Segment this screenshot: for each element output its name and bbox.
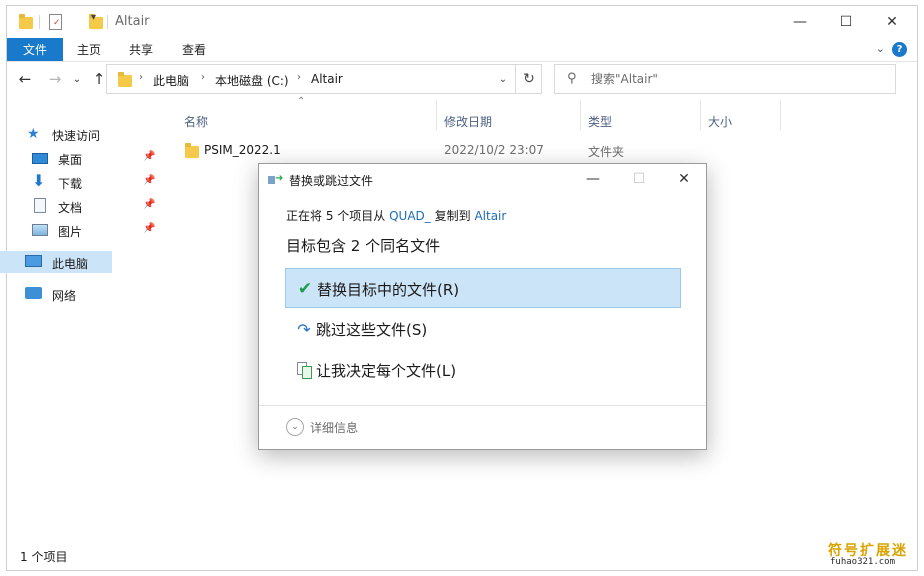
nav-label: 文档 xyxy=(58,201,83,215)
search-box[interactable]: ⚲ xyxy=(554,64,896,94)
column-date[interactable]: 修改日期 xyxy=(444,113,492,143)
breadcrumb-this-pc[interactable]: 此电脑 xyxy=(153,72,189,89)
copy-description: 正在将 5 个项目从 QUAD_ 复制到 Altair xyxy=(286,207,506,224)
recent-locations-button[interactable]: ⌄ xyxy=(66,68,88,90)
divider xyxy=(259,405,706,406)
dialog-title: 替换或跳过文件 xyxy=(289,174,374,188)
window-title: Altair xyxy=(115,14,150,29)
folder-icon xyxy=(185,143,199,158)
option-label: 让我决定每个文件(L) xyxy=(316,362,457,380)
ribbon-tabs: 文件 主页 共享 查看 ⌄ ? xyxy=(7,38,917,62)
dialog-maximize-button: ☐ xyxy=(632,171,646,187)
compare-icon xyxy=(295,361,313,379)
tab-home[interactable]: 主页 xyxy=(77,38,101,61)
tab-view[interactable]: 查看 xyxy=(182,38,206,61)
folder-icon xyxy=(118,72,132,87)
ribbon-expand-icon[interactable]: ⌄ xyxy=(876,42,885,55)
copy-mid-text: 复制到 xyxy=(434,209,471,223)
tab-file[interactable]: 文件 xyxy=(7,38,63,61)
star-icon: ★ xyxy=(27,126,40,142)
back-button[interactable]: ← xyxy=(14,68,36,90)
column-divider[interactable] xyxy=(580,100,581,130)
copy-prefix-text: 正在将 5 个项目从 xyxy=(286,209,386,223)
search-input[interactable] xyxy=(591,70,881,88)
dialog-minimize-button[interactable]: — xyxy=(570,164,616,194)
nav-this-pc[interactable]: 此电脑 xyxy=(0,251,112,273)
column-divider[interactable] xyxy=(700,100,701,130)
search-icon: ⚲ xyxy=(567,71,577,86)
status-item-count: 1 个项目 xyxy=(20,550,68,564)
file-date: 2022/10/2 23:07 xyxy=(444,143,544,157)
minimize-button[interactable]: — xyxy=(777,6,823,38)
nav-label: 图片 xyxy=(58,225,83,239)
chevron-right-icon[interactable]: › xyxy=(201,72,205,83)
column-divider[interactable] xyxy=(436,100,437,130)
nav-label: 快速访问 xyxy=(52,129,101,143)
navigation-pane: ★ 快速访问 桌面 📌 ⬇ 下载 📌 文档 📌 图片 📌 此电脑 网络 xyxy=(0,100,158,540)
properties-icon[interactable]: ✓ xyxy=(49,14,62,30)
folder-icon xyxy=(19,14,33,29)
customize-quick-access-icon[interactable]: ▾ xyxy=(91,12,96,28)
document-icon xyxy=(34,198,46,213)
maximize-button[interactable]: ☐ xyxy=(823,6,869,38)
nav-network[interactable]: 网络 xyxy=(0,283,158,305)
forward-button[interactable]: → xyxy=(44,68,66,90)
decide-each-file-option[interactable]: 让我决定每个文件(L) xyxy=(285,350,681,390)
copy-transfer-icon: ➜ xyxy=(268,173,284,187)
column-divider[interactable] xyxy=(780,100,781,130)
nav-label: 下载 xyxy=(58,177,83,191)
divider xyxy=(39,15,40,29)
nav-quick-access[interactable]: ★ 快速访问 xyxy=(0,123,158,145)
close-button[interactable]: ✕ xyxy=(869,6,915,38)
nav-desktop[interactable]: 桌面 📌 xyxy=(0,147,158,169)
nav-pictures[interactable]: 图片 📌 xyxy=(0,219,158,241)
dialog-close-button[interactable]: ✕ xyxy=(661,164,707,194)
address-dropdown-icon[interactable]: ⌄ xyxy=(491,65,515,93)
check-icon: ✔ xyxy=(297,279,313,299)
source-folder-link[interactable]: QUAD_ xyxy=(389,209,431,223)
nav-downloads[interactable]: ⬇ 下载 📌 xyxy=(0,171,158,193)
chevron-right-icon[interactable]: › xyxy=(139,72,143,83)
pin-icon[interactable]: 📌 xyxy=(143,151,155,162)
column-name[interactable]: 名称 xyxy=(184,113,208,143)
skip-files-option[interactable]: ↷ 跳过这些文件(S) xyxy=(285,309,681,349)
network-icon xyxy=(25,287,42,299)
divider xyxy=(107,15,108,29)
conflict-message: 目标包含 2 个同名文件 xyxy=(286,237,441,255)
desktop-icon xyxy=(32,153,48,164)
option-label: 跳过这些文件(S) xyxy=(316,321,428,339)
refresh-icon[interactable]: ↻ xyxy=(515,65,542,93)
title-bar: ✓ ▾ Altair — ☐ ✕ xyxy=(7,6,917,38)
download-icon: ⬇ xyxy=(32,171,46,190)
chevron-down-icon: ⌄ xyxy=(286,418,304,436)
nav-label: 此电脑 xyxy=(52,257,89,271)
breadcrumb-local-disk[interactable]: 本地磁盘 (C:) xyxy=(215,72,289,89)
address-bar[interactable]: › 此电脑 › 本地磁盘 (C:) › Altair ⌄ ↻ xyxy=(106,64,542,94)
sort-ascending-icon: ⌃ xyxy=(297,96,306,107)
skip-icon: ↷ xyxy=(297,319,311,339)
chevron-right-icon[interactable]: › xyxy=(297,72,301,83)
pin-icon[interactable]: 📌 xyxy=(143,175,155,186)
breadcrumb-altair[interactable]: Altair xyxy=(311,72,343,86)
pin-icon[interactable]: 📌 xyxy=(143,199,155,210)
more-details-toggle[interactable]: ⌄ 详细信息 xyxy=(286,418,358,436)
nav-documents[interactable]: 文档 📌 xyxy=(0,195,158,217)
help-icon[interactable]: ? xyxy=(892,42,907,57)
replace-files-option[interactable]: ✔ 替换目标中的文件(R) xyxy=(285,268,681,308)
pin-icon[interactable]: 📌 xyxy=(143,223,155,234)
computer-icon xyxy=(25,255,42,267)
tab-share[interactable]: 共享 xyxy=(129,38,153,61)
file-type: 文件夹 xyxy=(588,145,625,159)
watermark-url: fuhao321.com xyxy=(830,557,896,567)
column-size[interactable]: 大小 xyxy=(708,113,732,143)
details-label: 详细信息 xyxy=(310,420,359,435)
column-type[interactable]: 类型 xyxy=(588,113,612,143)
nav-label: 网络 xyxy=(52,289,77,303)
replace-or-skip-dialog: ➜ 替换或跳过文件 — ☐ ✕ 正在将 5 个项目从 QUAD_ 复制到 Alt… xyxy=(258,163,707,450)
picture-icon xyxy=(32,224,48,236)
file-name: PSIM_2022.1 xyxy=(204,143,281,157)
option-label: 替换目标中的文件(R) xyxy=(317,281,460,299)
nav-label: 桌面 xyxy=(58,153,83,167)
destination-folder-link[interactable]: Altair xyxy=(474,209,506,223)
